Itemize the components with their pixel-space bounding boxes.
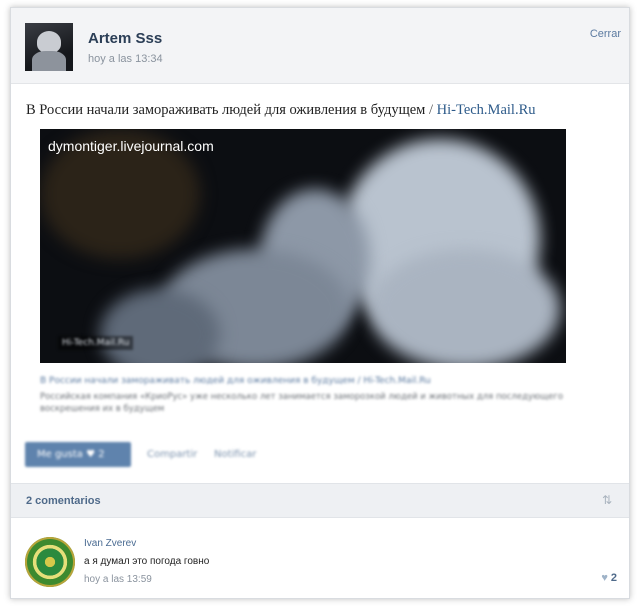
post-text: В России начали замораживать людей для о… xyxy=(26,102,536,119)
like-button[interactable]: Me gusta ♥ 2 xyxy=(25,442,131,467)
notify-link[interactable]: Notificar xyxy=(214,449,256,460)
comment-like-button[interactable]: ♥ 2 xyxy=(601,572,617,584)
preview-description: Российская компания «КриоРус» уже нескол… xyxy=(40,392,564,414)
image-shape xyxy=(370,249,560,363)
image-watermark: Hi-Tech.Mail.Ru xyxy=(58,336,134,350)
avatar-figure-body xyxy=(32,51,66,71)
comment-time[interactable]: hoy a las 13:59 xyxy=(84,574,152,585)
wall-post-card: Artem Sss hoy a las 13:34 Cerrar В Росси… xyxy=(10,7,630,599)
post-header: Artem Sss hoy a las 13:34 Cerrar xyxy=(11,8,629,84)
avatar-figure-head xyxy=(37,31,61,53)
comment-text: а я думал это погода говно xyxy=(84,556,210,567)
commenter-name[interactable]: Ivan Zverev xyxy=(84,538,136,549)
post-headline: В России начали замораживать людей для о… xyxy=(26,102,426,118)
preview-title[interactable]: В России начали замораживать людей для о… xyxy=(40,376,566,386)
author-avatar[interactable] xyxy=(25,23,73,71)
comment-like-count: 2 xyxy=(610,572,617,584)
comments-header: 2 comentarios ⇅ xyxy=(11,483,629,518)
link-preview[interactable]: В России начали замораживать людей для о… xyxy=(40,376,566,415)
share-link[interactable]: Compartir xyxy=(147,449,197,460)
image-caption: dymontiger.livejournal.com xyxy=(48,138,214,154)
sort-icon[interactable]: ⇅ xyxy=(599,492,615,508)
post-text-separator: / xyxy=(428,102,434,118)
comments-count[interactable]: 2 comentarios xyxy=(26,495,101,507)
commenter-avatar[interactable] xyxy=(25,537,75,587)
heart-icon: ♥ xyxy=(601,572,608,584)
post-time[interactable]: hoy a las 13:34 xyxy=(88,53,163,65)
attached-image[interactable]: dymontiger.livejournal.com Hi-Tech.Mail.… xyxy=(40,129,566,363)
source-link[interactable]: Hi-Tech.Mail.Ru xyxy=(437,102,536,118)
author-name[interactable]: Artem Sss xyxy=(88,30,162,47)
close-button[interactable]: Cerrar xyxy=(590,28,621,40)
